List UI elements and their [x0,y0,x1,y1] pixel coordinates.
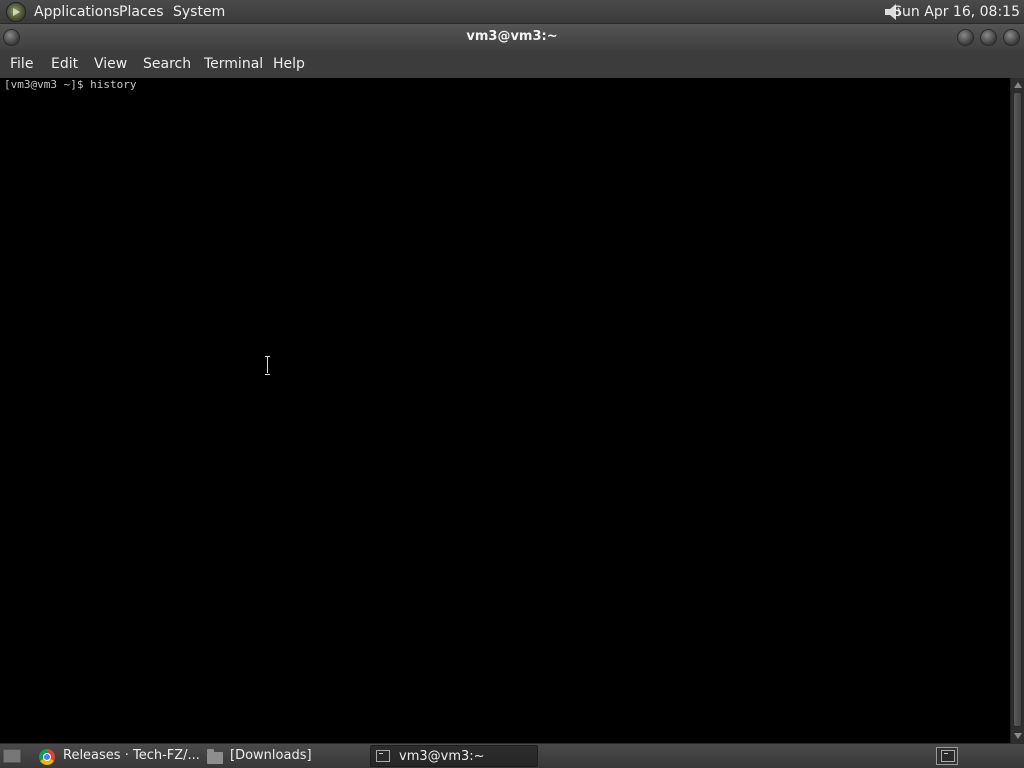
scroll-thumb[interactable] [1013,92,1022,727]
taskbar-item-label: Releases · Tech-FZ/... [63,748,200,763]
workspace-switcher[interactable] [936,747,958,765]
menu-file[interactable]: File [10,55,33,73]
places-menu[interactable]: Places [119,3,164,21]
folder-icon [207,749,223,764]
scroll-up-arrow-icon[interactable] [1014,82,1022,88]
prompt-line: [vm3@vm3 ~]$ history [4,78,137,91]
close-icon[interactable] [1003,29,1020,46]
window-title: vm3@vm3:~ [466,29,558,44]
menu-terminal[interactable]: Terminal [204,55,263,73]
terminal-icon [376,750,390,762]
clock[interactable]: Sun Apr 16, 08:15 [893,3,1020,21]
taskbar-item-downloads[interactable]: [Downloads] [202,745,362,767]
taskbar-item-label: vm3@vm3:~ [399,749,485,764]
terminal-area[interactable]: [vm3@vm3 ~]$ history [0,78,1010,743]
taskbar-item-terminal[interactable]: vm3@vm3:~ [370,745,538,767]
menu-bar: File Edit View Search Terminal Help [0,50,1024,78]
menu-help[interactable]: Help [273,55,305,73]
applications-menu[interactable]: Applications [34,3,120,21]
chrome-icon [39,749,55,765]
scrollbar[interactable] [1010,78,1024,743]
system-menu[interactable]: System [173,3,225,21]
taskbar-item-label: [Downloads] [230,748,312,763]
menu-edit[interactable]: Edit [51,55,78,73]
maximize-icon[interactable] [980,29,997,46]
window-title-bar[interactable]: vm3@vm3:~ [0,24,1024,50]
text-cursor-icon [265,356,271,375]
top-panel: Applications Places System Sun Apr 16, 0… [0,0,1024,24]
bottom-panel: Releases · Tech-FZ/... [Downloads] vm3@v… [0,743,1024,768]
show-desktop-icon[interactable] [3,749,21,763]
gnome-foot-icon[interactable] [6,2,26,22]
menu-search[interactable]: Search [143,55,191,73]
menu-view[interactable]: View [94,55,127,73]
terminal-icon [941,750,955,762]
minimize-icon[interactable] [957,29,974,46]
taskbar-item-chrome[interactable]: Releases · Tech-FZ/... [34,745,200,767]
scroll-down-arrow-icon[interactable] [1014,733,1022,739]
